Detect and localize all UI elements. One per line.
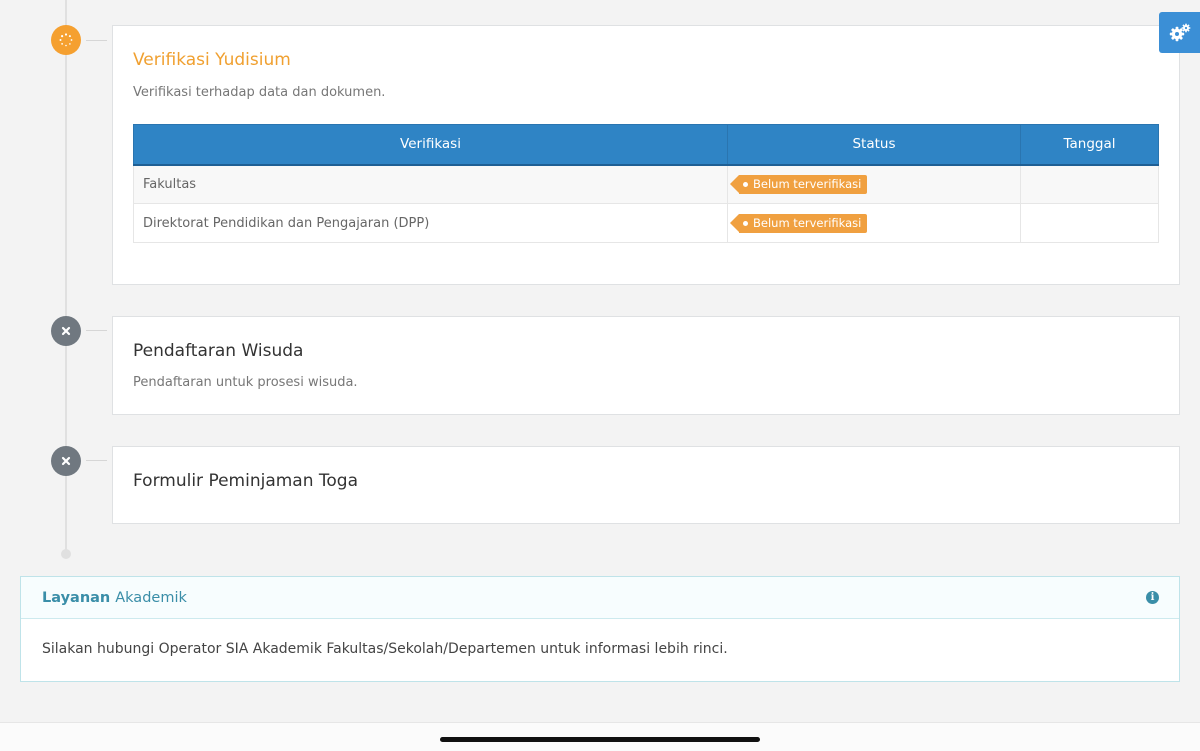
close-icon <box>61 326 71 336</box>
step-description: Pendaftaran untuk prosesi wisuda. <box>133 375 358 390</box>
step-card-formulir-peminjaman-toga: Formulir Peminjaman Toga <box>112 446 1180 524</box>
table-row: Direktorat Pendidikan dan Pengajaran (DP… <box>133 203 1159 243</box>
verifikasi-cell: Fakultas <box>133 164 728 204</box>
timeline-end-dot <box>61 549 71 559</box>
step-connector <box>86 330 107 331</box>
status-cell: Belum terverifikasi <box>727 203 1021 243</box>
tanggal-cell <box>1020 164 1159 204</box>
settings-button[interactable] <box>1159 12 1200 53</box>
info-icon[interactable]: i <box>1146 591 1159 604</box>
step-card-pendaftaran-wisuda: Pendaftaran Wisuda Pendaftaran untuk pro… <box>112 316 1180 415</box>
status-cell: Belum terverifikasi <box>727 164 1021 204</box>
column-header-verifikasi: Verifikasi <box>133 124 728 166</box>
panel-title-rest: Akademik <box>115 589 187 606</box>
step-in-progress-node <box>51 25 81 55</box>
step-blocked-node <box>51 446 81 476</box>
tanggal-cell <box>1020 203 1159 243</box>
step-title: Pendaftaran Wisuda <box>133 341 304 361</box>
gears-icon <box>1169 23 1190 41</box>
column-header-tanggal: Tanggal <box>1020 124 1159 166</box>
step-connector <box>86 460 107 461</box>
table-row: Fakultas Belum terverifikasi <box>133 164 1159 204</box>
panel-body: Silakan hubungi Operator SIA Akademik Fa… <box>42 641 728 657</box>
panel-header: Layanan Akademik i <box>21 577 1179 619</box>
layanan-akademik-panel: Layanan Akademik i Silakan hubungi Opera… <box>20 576 1180 682</box>
step-connector <box>86 40 107 41</box>
step-title: Verifikasi Yudisium <box>133 50 291 70</box>
step-blocked-node <box>51 316 81 346</box>
spinner-icon <box>59 33 73 47</box>
step-description: Verifikasi terhadap data dan dokumen. <box>133 85 386 100</box>
status-badge: Belum terverifikasi <box>729 213 868 233</box>
step-card-verifikasi-yudisium: Verifikasi Yudisium Verifikasi terhadap … <box>112 25 1180 285</box>
panel-title-bold: Layanan <box>42 589 111 606</box>
step-title: Formulir Peminjaman Toga <box>133 471 359 491</box>
column-header-status: Status <box>727 124 1021 166</box>
home-indicator <box>440 737 760 742</box>
close-icon <box>61 456 71 466</box>
verification-table: Verifikasi Status Tanggal Fakultas Belum… <box>133 124 1159 243</box>
verifikasi-cell: Direktorat Pendidikan dan Pengajaran (DP… <box>133 203 728 243</box>
status-badge: Belum terverifikasi <box>729 174 868 194</box>
